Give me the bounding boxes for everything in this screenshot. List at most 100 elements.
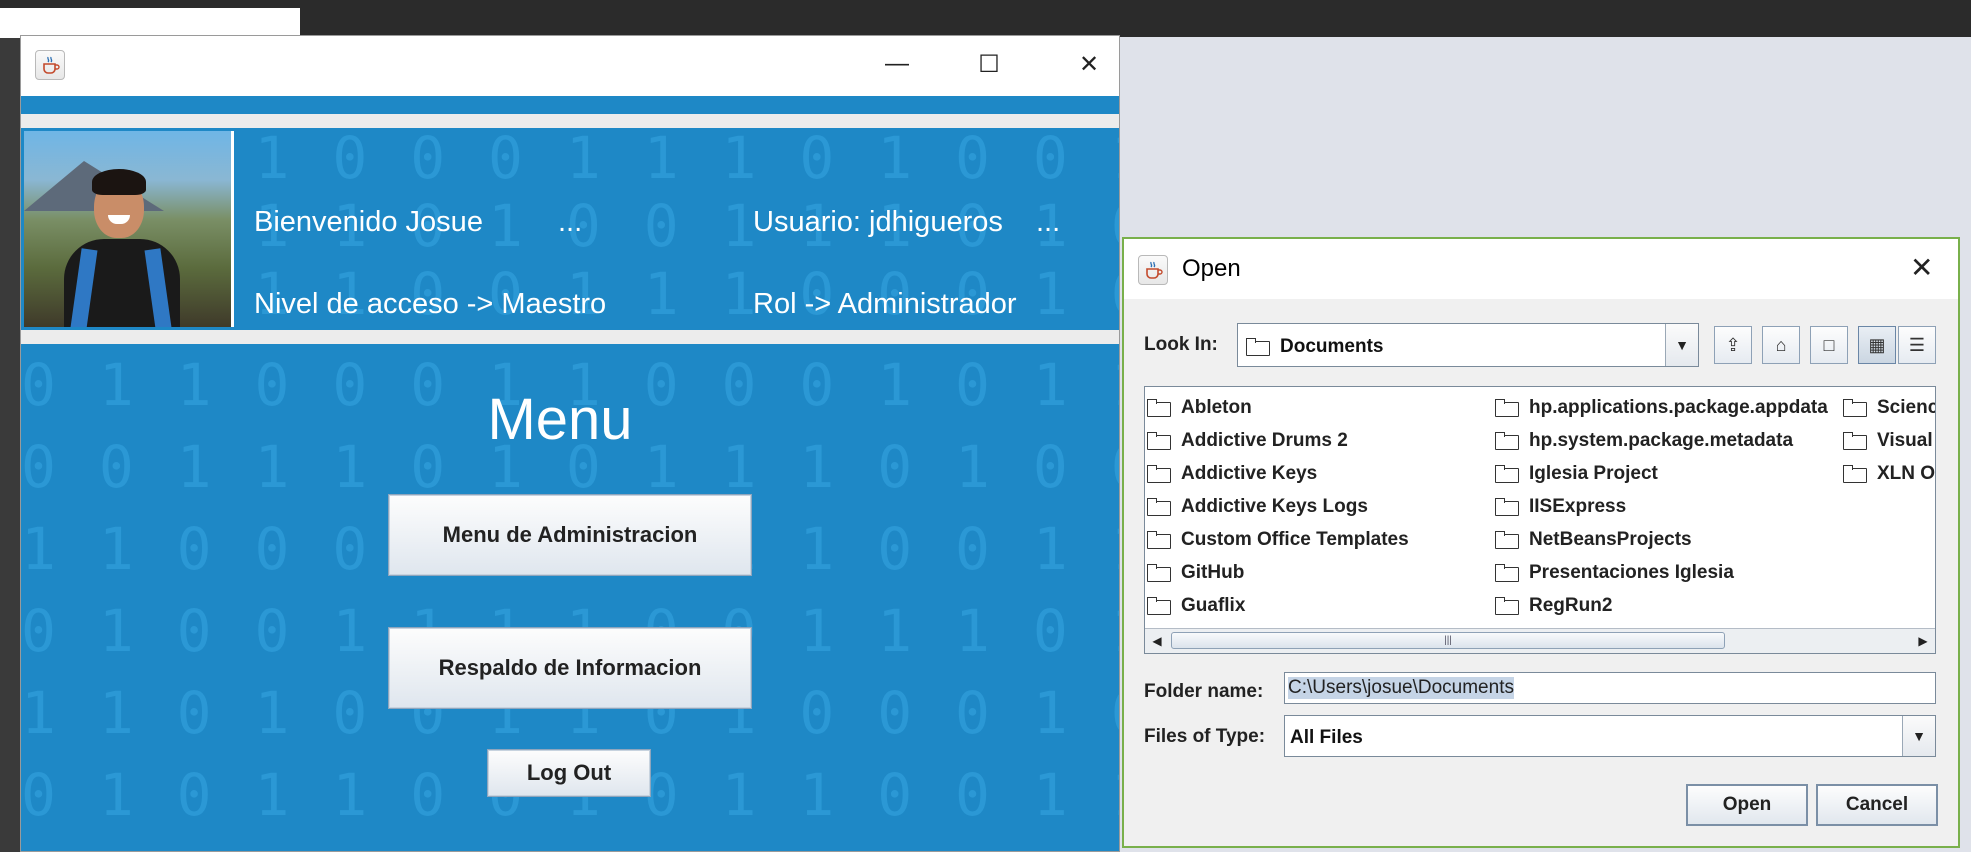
list-item[interactable]: GitHub xyxy=(1147,556,1409,589)
folder-icon xyxy=(1843,398,1869,417)
list-item-label: NetBeansProjects xyxy=(1529,528,1692,550)
list-view-button[interactable]: ▦ xyxy=(1858,326,1896,364)
folder-name-label: Folder name: xyxy=(1144,681,1264,702)
horizontal-scrollbar[interactable]: ◀ ||| ▶ xyxy=(1145,628,1935,653)
chevron-down-icon[interactable]: ▼ xyxy=(1665,324,1698,366)
up-one-level-button[interactable]: ⇪ xyxy=(1714,326,1752,364)
list-item[interactable]: Addictive Keys xyxy=(1147,457,1409,490)
list-item-label: Guaflix xyxy=(1181,594,1246,616)
backup-button[interactable]: Respaldo de Informacion xyxy=(388,627,752,709)
folder-icon xyxy=(1147,497,1173,516)
list-item[interactable]: Ableton xyxy=(1147,391,1409,424)
files-of-type-label: Files of Type: xyxy=(1144,726,1266,747)
folder-icon xyxy=(1843,431,1869,450)
folder-icon xyxy=(1147,563,1173,582)
list-item-label: Addictive Drums 2 xyxy=(1181,429,1348,451)
list-item-label: IISExpress xyxy=(1529,495,1627,517)
list-item[interactable]: hp.system.package.metadata xyxy=(1495,424,1828,457)
folder-up-icon: ⇪ xyxy=(1725,334,1741,355)
files-of-type-value: All Files xyxy=(1290,727,1363,748)
folder-icon xyxy=(1495,464,1521,483)
background-window-fragment xyxy=(0,8,300,38)
main-menu-window: — ☐ ✕ 0 0 0 1 0 0 0 1 1 1 0 1 0 0 1 1 0 … xyxy=(20,35,1120,852)
minimize-icon[interactable]: — xyxy=(869,44,925,84)
welcome-ellipsis: ... xyxy=(558,206,583,238)
dialog-title: Open xyxy=(1182,255,1241,282)
list-item[interactable]: Visual xyxy=(1843,424,1935,457)
list-item[interactable]: Scienc xyxy=(1843,391,1935,424)
list-item[interactable]: Custom Office Templates xyxy=(1147,523,1409,556)
look-in-label: Look In: xyxy=(1144,334,1218,355)
file-list-column: Ableton Addictive Drums 2 Addictive Keys Ad… xyxy=(1147,391,1409,622)
details-view-icon: ☰ xyxy=(1908,334,1926,355)
list-item-label: GitHub xyxy=(1181,561,1245,583)
folder-icon xyxy=(1495,398,1521,417)
file-list-column: hp.applications.package.appdata hp.system… xyxy=(1495,391,1828,622)
files-of-type-dropdown[interactable]: All Files ▼ xyxy=(1284,715,1936,757)
menu-title-text: Menu xyxy=(487,387,633,452)
list-item[interactable]: NetBeansProjects xyxy=(1495,523,1828,556)
folder-icon xyxy=(1495,596,1521,615)
logout-button[interactable]: Log Out xyxy=(487,749,651,797)
close-icon[interactable]: ✕ xyxy=(1061,44,1117,84)
folder-icon xyxy=(1495,497,1521,516)
username-label: Usuario: jdhigueros xyxy=(753,206,1003,238)
access-level-label: Nivel de acceso -> Maestro xyxy=(254,288,607,320)
file-list-column: Scienc Visual XLN O xyxy=(1843,391,1936,490)
home-icon: ⌂ xyxy=(1775,334,1787,355)
home-button[interactable]: ⌂ xyxy=(1762,326,1800,364)
look-in-dropdown[interactable]: Documents ▼ xyxy=(1237,323,1699,367)
desktop-left-edge xyxy=(0,38,20,852)
scroll-right-icon[interactable]: ▶ xyxy=(1911,629,1935,653)
chevron-down-icon[interactable]: ▼ xyxy=(1902,716,1935,756)
admin-menu-button[interactable]: Menu de Administracion xyxy=(388,494,752,576)
list-item[interactable]: Addictive Keys Logs xyxy=(1147,490,1409,523)
folder-icon xyxy=(1495,431,1521,450)
username-ellipsis: ... xyxy=(1036,206,1061,238)
list-item[interactable]: XLN O xyxy=(1843,457,1936,490)
cancel-button[interactable]: Cancel xyxy=(1816,784,1938,826)
folder-icon xyxy=(1147,431,1173,450)
java-cup-icon xyxy=(1138,255,1168,285)
folder-icon xyxy=(1147,530,1173,549)
menu-title: Menu xyxy=(21,386,1119,453)
list-item[interactable]: hp.applications.package.appdata xyxy=(1495,391,1828,424)
folder-name-field[interactable]: C:\Users\josue\Documents xyxy=(1284,672,1936,704)
new-folder-button[interactable]: □ xyxy=(1810,326,1848,364)
list-item-label: Visual xyxy=(1877,429,1933,451)
list-item[interactable]: Iglesia Project xyxy=(1495,457,1828,490)
list-item[interactable]: RegRun2 xyxy=(1495,589,1828,622)
open-file-dialog: Open ✕ Look In: Documents ▼ ⇪ ⌂ □ ▦ ☰ Ab… xyxy=(1122,237,1960,848)
file-list[interactable]: Ableton Addictive Drums 2 Addictive Keys Ad… xyxy=(1144,386,1936,654)
list-item[interactable]: Addictive Drums 2 xyxy=(1147,424,1409,457)
list-item-label: RegRun2 xyxy=(1529,594,1613,616)
maximize-icon[interactable]: ☐ xyxy=(961,44,1017,84)
list-item-label: hp.applications.package.appdata xyxy=(1529,396,1828,418)
desktop-background xyxy=(300,0,1971,37)
folder-icon xyxy=(1246,338,1272,356)
folder-icon xyxy=(1147,464,1173,483)
list-item[interactable]: Presentaciones Iglesia xyxy=(1495,556,1828,589)
user-photo xyxy=(24,131,234,327)
scroll-left-icon[interactable]: ◀ xyxy=(1145,629,1169,653)
scrollbar-thumb[interactable]: ||| xyxy=(1171,632,1725,649)
close-icon[interactable]: ✕ xyxy=(1910,251,1933,284)
open-button[interactable]: Open xyxy=(1686,784,1808,826)
folder-icon xyxy=(1495,530,1521,549)
welcome-label: Bienvenido Josue xyxy=(254,206,483,238)
list-item-label: Presentaciones Iglesia xyxy=(1529,561,1734,583)
list-item[interactable]: IISExpress xyxy=(1495,490,1828,523)
list-item-label: hp.system.package.metadata xyxy=(1529,429,1794,451)
list-view-icon: ▦ xyxy=(1868,334,1886,355)
details-view-button[interactable]: ☰ xyxy=(1898,326,1936,364)
main-window-titlebar[interactable]: — ☐ ✕ xyxy=(21,36,1119,96)
list-item[interactable]: Guaflix xyxy=(1147,589,1409,622)
list-item-label: Custom Office Templates xyxy=(1181,528,1409,550)
role-label: Rol -> Administrador xyxy=(753,288,1017,320)
list-item-label: Iglesia Project xyxy=(1529,462,1658,484)
dialog-titlebar[interactable]: Open ✕ xyxy=(1124,239,1958,299)
list-item-label: XLN O xyxy=(1877,462,1936,484)
folder-icon xyxy=(1495,563,1521,582)
folder-icon xyxy=(1147,596,1173,615)
folder-icon xyxy=(1843,464,1869,483)
